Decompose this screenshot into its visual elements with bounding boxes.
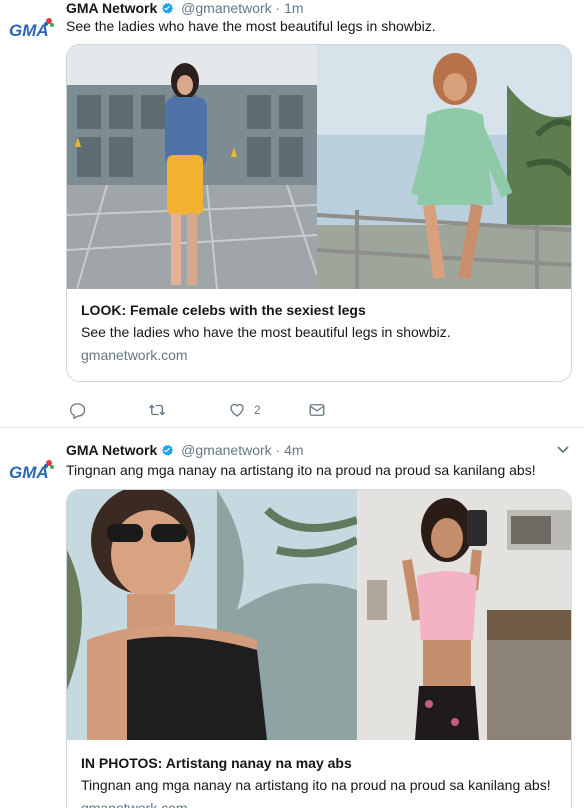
separator-dot: · bbox=[275, 442, 281, 458]
svg-text:GMA: GMA bbox=[9, 463, 49, 482]
direct-message-icon bbox=[309, 404, 325, 416]
card-text: IN PHOTOS: Artistang nanay na may abs Ti… bbox=[81, 754, 557, 808]
verified-icon bbox=[160, 1, 174, 15]
account-handle[interactable]: @gmanetwork bbox=[181, 0, 271, 16]
card-domain[interactable]: gmanetwork.com bbox=[81, 346, 557, 364]
chevron-down-icon[interactable] bbox=[556, 445, 570, 455]
card-text: LOOK: Female celebs with the sexiest leg… bbox=[81, 301, 557, 364]
gma-logo-icon: GMA bbox=[9, 18, 54, 40]
reply-icon bbox=[70, 403, 86, 419]
like-count: 2 bbox=[254, 403, 261, 417]
tweet[interactable]: GMA GMA Network @gmanetwork · 4m Tingnan… bbox=[0, 429, 584, 808]
tweet-text: Tingnan ang mga nanay na artistang ito n… bbox=[66, 462, 536, 478]
account-name[interactable]: GMA Network bbox=[66, 442, 157, 458]
card-title[interactable]: IN PHOTOS: Artistang nanay na may abs bbox=[81, 754, 557, 772]
tweet-actions: 2 bbox=[66, 399, 366, 421]
reply-button[interactable] bbox=[68, 399, 94, 421]
account-name[interactable]: GMA Network bbox=[66, 0, 157, 16]
direct-message-button[interactable] bbox=[308, 399, 326, 421]
svg-text:GMA: GMA bbox=[9, 21, 49, 40]
card-image bbox=[67, 490, 571, 740]
retweet-icon bbox=[149, 404, 165, 416]
tweet-timestamp[interactable]: 4m bbox=[284, 442, 303, 458]
card-title[interactable]: LOOK: Female celebs with the sexiest leg… bbox=[81, 301, 557, 319]
card-description: Tingnan ang mga nanay na artistang ito n… bbox=[81, 777, 551, 793]
card-domain[interactable]: gmanetwork.com bbox=[81, 799, 557, 808]
separator-dot: · bbox=[275, 0, 281, 16]
gma-logo-avatar[interactable]: GMA bbox=[8, 14, 54, 40]
gma-logo-icon: GMA bbox=[9, 460, 54, 482]
retweet-button[interactable] bbox=[148, 399, 174, 421]
verified-icon bbox=[160, 443, 174, 457]
link-card[interactable]: IN PHOTOS: Artistang nanay na may abs Ti… bbox=[66, 489, 572, 808]
account-handle[interactable]: @gmanetwork bbox=[181, 442, 271, 458]
tweet-header: GMA Network @gmanetwork · 4m bbox=[66, 441, 304, 459]
gma-logo-avatar[interactable]: GMA bbox=[8, 456, 54, 482]
like-button[interactable]: 2 bbox=[228, 399, 261, 421]
link-card[interactable]: LOOK: Female celebs with the sexiest leg… bbox=[66, 44, 572, 382]
card-image bbox=[67, 45, 571, 289]
tweet-timestamp[interactable]: 1m bbox=[284, 0, 303, 16]
tweet-text: See the ladies who have the most beautif… bbox=[66, 18, 436, 34]
tweet[interactable]: GMA GMA Network @gmanetwork · 1m See the… bbox=[0, 0, 584, 428]
card-description: See the ladies who have the most beautif… bbox=[81, 324, 451, 340]
tweet-header: GMA Network @gmanetwork · 1m bbox=[66, 0, 304, 17]
like-icon bbox=[230, 403, 244, 417]
